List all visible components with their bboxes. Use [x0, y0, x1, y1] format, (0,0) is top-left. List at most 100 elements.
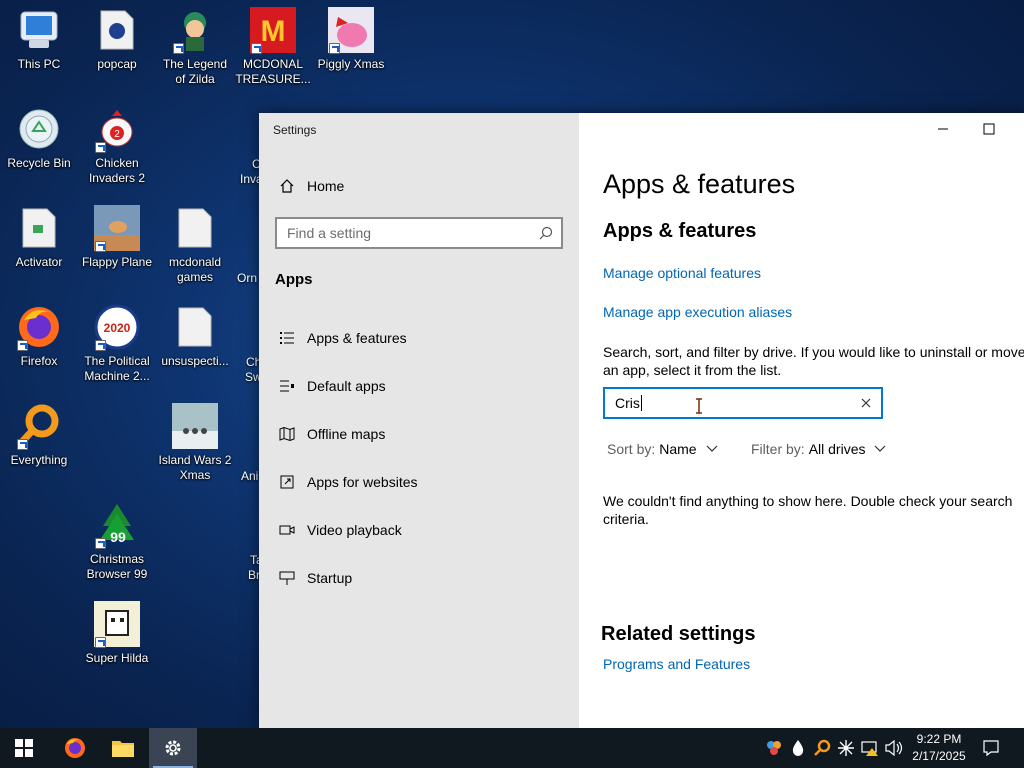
desktop-icon-chicken-invaders-2[interactable]: 2 Chicken Invaders 2: [74, 105, 160, 186]
clear-search-button[interactable]: [857, 394, 875, 412]
desktop-icon-unsuspecti[interactable]: unsuspecti...: [152, 303, 238, 369]
partial-label: Ani: [241, 469, 259, 483]
nav-startup-label: Startup: [307, 570, 353, 586]
water-drop-icon: [792, 740, 804, 756]
web-link-icon: [275, 473, 299, 491]
desktop-icon-island-wars-2-xmas[interactable]: Island Wars 2 Xmas: [152, 402, 238, 483]
nav-apps-features[interactable]: Apps & features: [259, 318, 579, 358]
taskbar-firefox[interactable]: [51, 728, 99, 768]
default-apps-icon: [275, 377, 299, 395]
svg-text:2: 2: [114, 129, 120, 140]
minimize-icon: [938, 128, 948, 130]
taskbar-settings[interactable]: [149, 728, 197, 768]
desktop-icon-label: Island Wars 2 Xmas: [158, 453, 232, 482]
map-icon: [275, 425, 299, 443]
nav-default-apps-label: Default apps: [307, 378, 386, 394]
taskbar-file-explorer[interactable]: [99, 728, 147, 768]
desktop-icon-everything[interactable]: Everything: [0, 402, 82, 468]
desktop-icon-popcap[interactable]: popcap: [74, 6, 160, 72]
firefox-icon: [65, 738, 85, 758]
clock-date: 2/17/2025: [912, 749, 966, 763]
desktop-icon-this-pc[interactable]: This PC: [0, 6, 82, 72]
tray-network-icon[interactable]: [860, 738, 880, 758]
ibeam-cursor-icon: [696, 398, 702, 414]
game-character-icon: [171, 6, 219, 54]
desktop-icon-piggly-xmas[interactable]: Piggly Xmas: [308, 6, 394, 72]
speaker-icon: [885, 739, 903, 757]
manage-app-execution-aliases-link[interactable]: Manage app execution aliases: [603, 304, 792, 320]
nav-apps-for-websites[interactable]: Apps for websites: [259, 462, 579, 502]
sort-by-value: Name: [659, 441, 697, 457]
desktop-icon-label: The Legend of Zilda: [162, 57, 228, 86]
nav-offline-maps[interactable]: Offline maps: [259, 414, 579, 454]
settings-main-pane: Apps & features Apps & features Manage o…: [579, 113, 1024, 728]
desktop-icon-label: unsuspecti...: [161, 354, 229, 368]
snowflake-icon: [838, 740, 854, 756]
nav-video-playback[interactable]: Video playback: [259, 510, 579, 550]
pig-icon: [327, 6, 375, 54]
desktop-icon-label: Piggly Xmas: [317, 57, 385, 71]
desktop-icon-label: Flappy Plane: [81, 255, 153, 269]
manage-optional-features-link[interactable]: Manage optional features: [603, 265, 761, 281]
svg-text:M: M: [261, 15, 286, 48]
nav-default-apps[interactable]: Default apps: [259, 366, 579, 406]
chevron-down-icon: [875, 445, 886, 452]
maximize-icon: [983, 123, 995, 135]
filter-by-dropdown[interactable]: Filter by: All drives: [751, 441, 886, 457]
start-button[interactable]: [0, 728, 48, 768]
tray-everything-icon[interactable]: [812, 738, 832, 758]
gear-icon: [165, 740, 181, 756]
startup-icon: [275, 569, 299, 587]
nav-home[interactable]: Home: [259, 166, 579, 206]
windows-logo-icon: [15, 739, 33, 757]
tray-volume-icon[interactable]: [884, 738, 904, 758]
home-icon: [275, 177, 299, 195]
taskbar-clock[interactable]: 9:22 PM 2/17/2025: [906, 731, 972, 765]
app-search-value: Cris: [615, 395, 640, 411]
desktop-icon-mcdonald-games[interactable]: mcdonald games: [152, 204, 238, 285]
desktop-icon-label: Everything: [10, 453, 68, 467]
page-subtitle: Apps & features: [603, 220, 757, 242]
desktop-icon-political-machine[interactable]: 2020 The Political Machine 2...: [74, 303, 160, 384]
maximize-button[interactable]: [966, 113, 1012, 145]
desktop-icon-firefox[interactable]: Firefox: [0, 303, 82, 369]
window-title: Settings: [273, 123, 317, 137]
sort-by-label: Sort by:: [607, 441, 656, 457]
desktop-icon-recycle-bin[interactable]: Recycle Bin: [0, 105, 82, 171]
folder-icon: [171, 204, 219, 252]
settings-window: Settings Home Find a setting Apps Apps &…: [259, 113, 1024, 728]
nav-home-label: Home: [307, 178, 345, 194]
folder-icon: [112, 741, 134, 757]
app-search-input[interactable]: Cris: [603, 387, 883, 419]
nav-startup[interactable]: Startup: [259, 558, 579, 598]
tray-snowflake-icon[interactable]: [836, 738, 856, 758]
folder-icon: [15, 204, 63, 252]
programs-and-features-link[interactable]: Programs and Features: [603, 656, 750, 672]
desktop-icon-christmas-browser-99[interactable]: 99 Christmas Browser 99: [74, 501, 160, 582]
computer-icon: [15, 6, 63, 54]
desktop-icon-activator[interactable]: Activator: [0, 204, 82, 270]
taskbar: 9:22 PM 2/17/2025: [0, 728, 1024, 768]
related-settings-heading: Related settings: [601, 623, 756, 645]
magnifier-icon: [15, 402, 63, 450]
nav-apps-for-websites-label: Apps for websites: [307, 474, 418, 490]
desktop-icon-super-hilda[interactable]: Super Hilda: [74, 600, 160, 666]
desktop-icon-mcdonal-treasure[interactable]: M MCDONAL TREASURE...: [230, 6, 316, 87]
desktop-icon-legend-of-zilda[interactable]: The Legend of Zilda: [152, 6, 238, 87]
sort-by-dropdown[interactable]: Sort by: Name: [607, 441, 718, 457]
svg-text:99: 99: [110, 529, 126, 545]
filter-by-label: Filter by:: [751, 441, 805, 457]
desktop-icon-label: The Political Machine 2...: [84, 354, 150, 383]
tray-drop-icon[interactable]: [788, 738, 808, 758]
tray-app-icon[interactable]: [764, 738, 784, 758]
find-setting-input[interactable]: Find a setting: [275, 217, 563, 249]
settings-sidebar: Settings Home Find a setting Apps Apps &…: [259, 113, 579, 728]
filter-by-value: All drives: [808, 441, 866, 457]
svg-text:2020: 2020: [104, 321, 131, 335]
desktop-icon-flappy-plane[interactable]: Flappy Plane: [74, 204, 160, 270]
nav-video-playback-label: Video playback: [307, 522, 402, 538]
action-center-button[interactable]: [981, 738, 1001, 758]
minimize-button[interactable]: [920, 113, 966, 145]
desktop-icon-label: popcap: [97, 57, 137, 71]
close-icon: [861, 398, 871, 408]
